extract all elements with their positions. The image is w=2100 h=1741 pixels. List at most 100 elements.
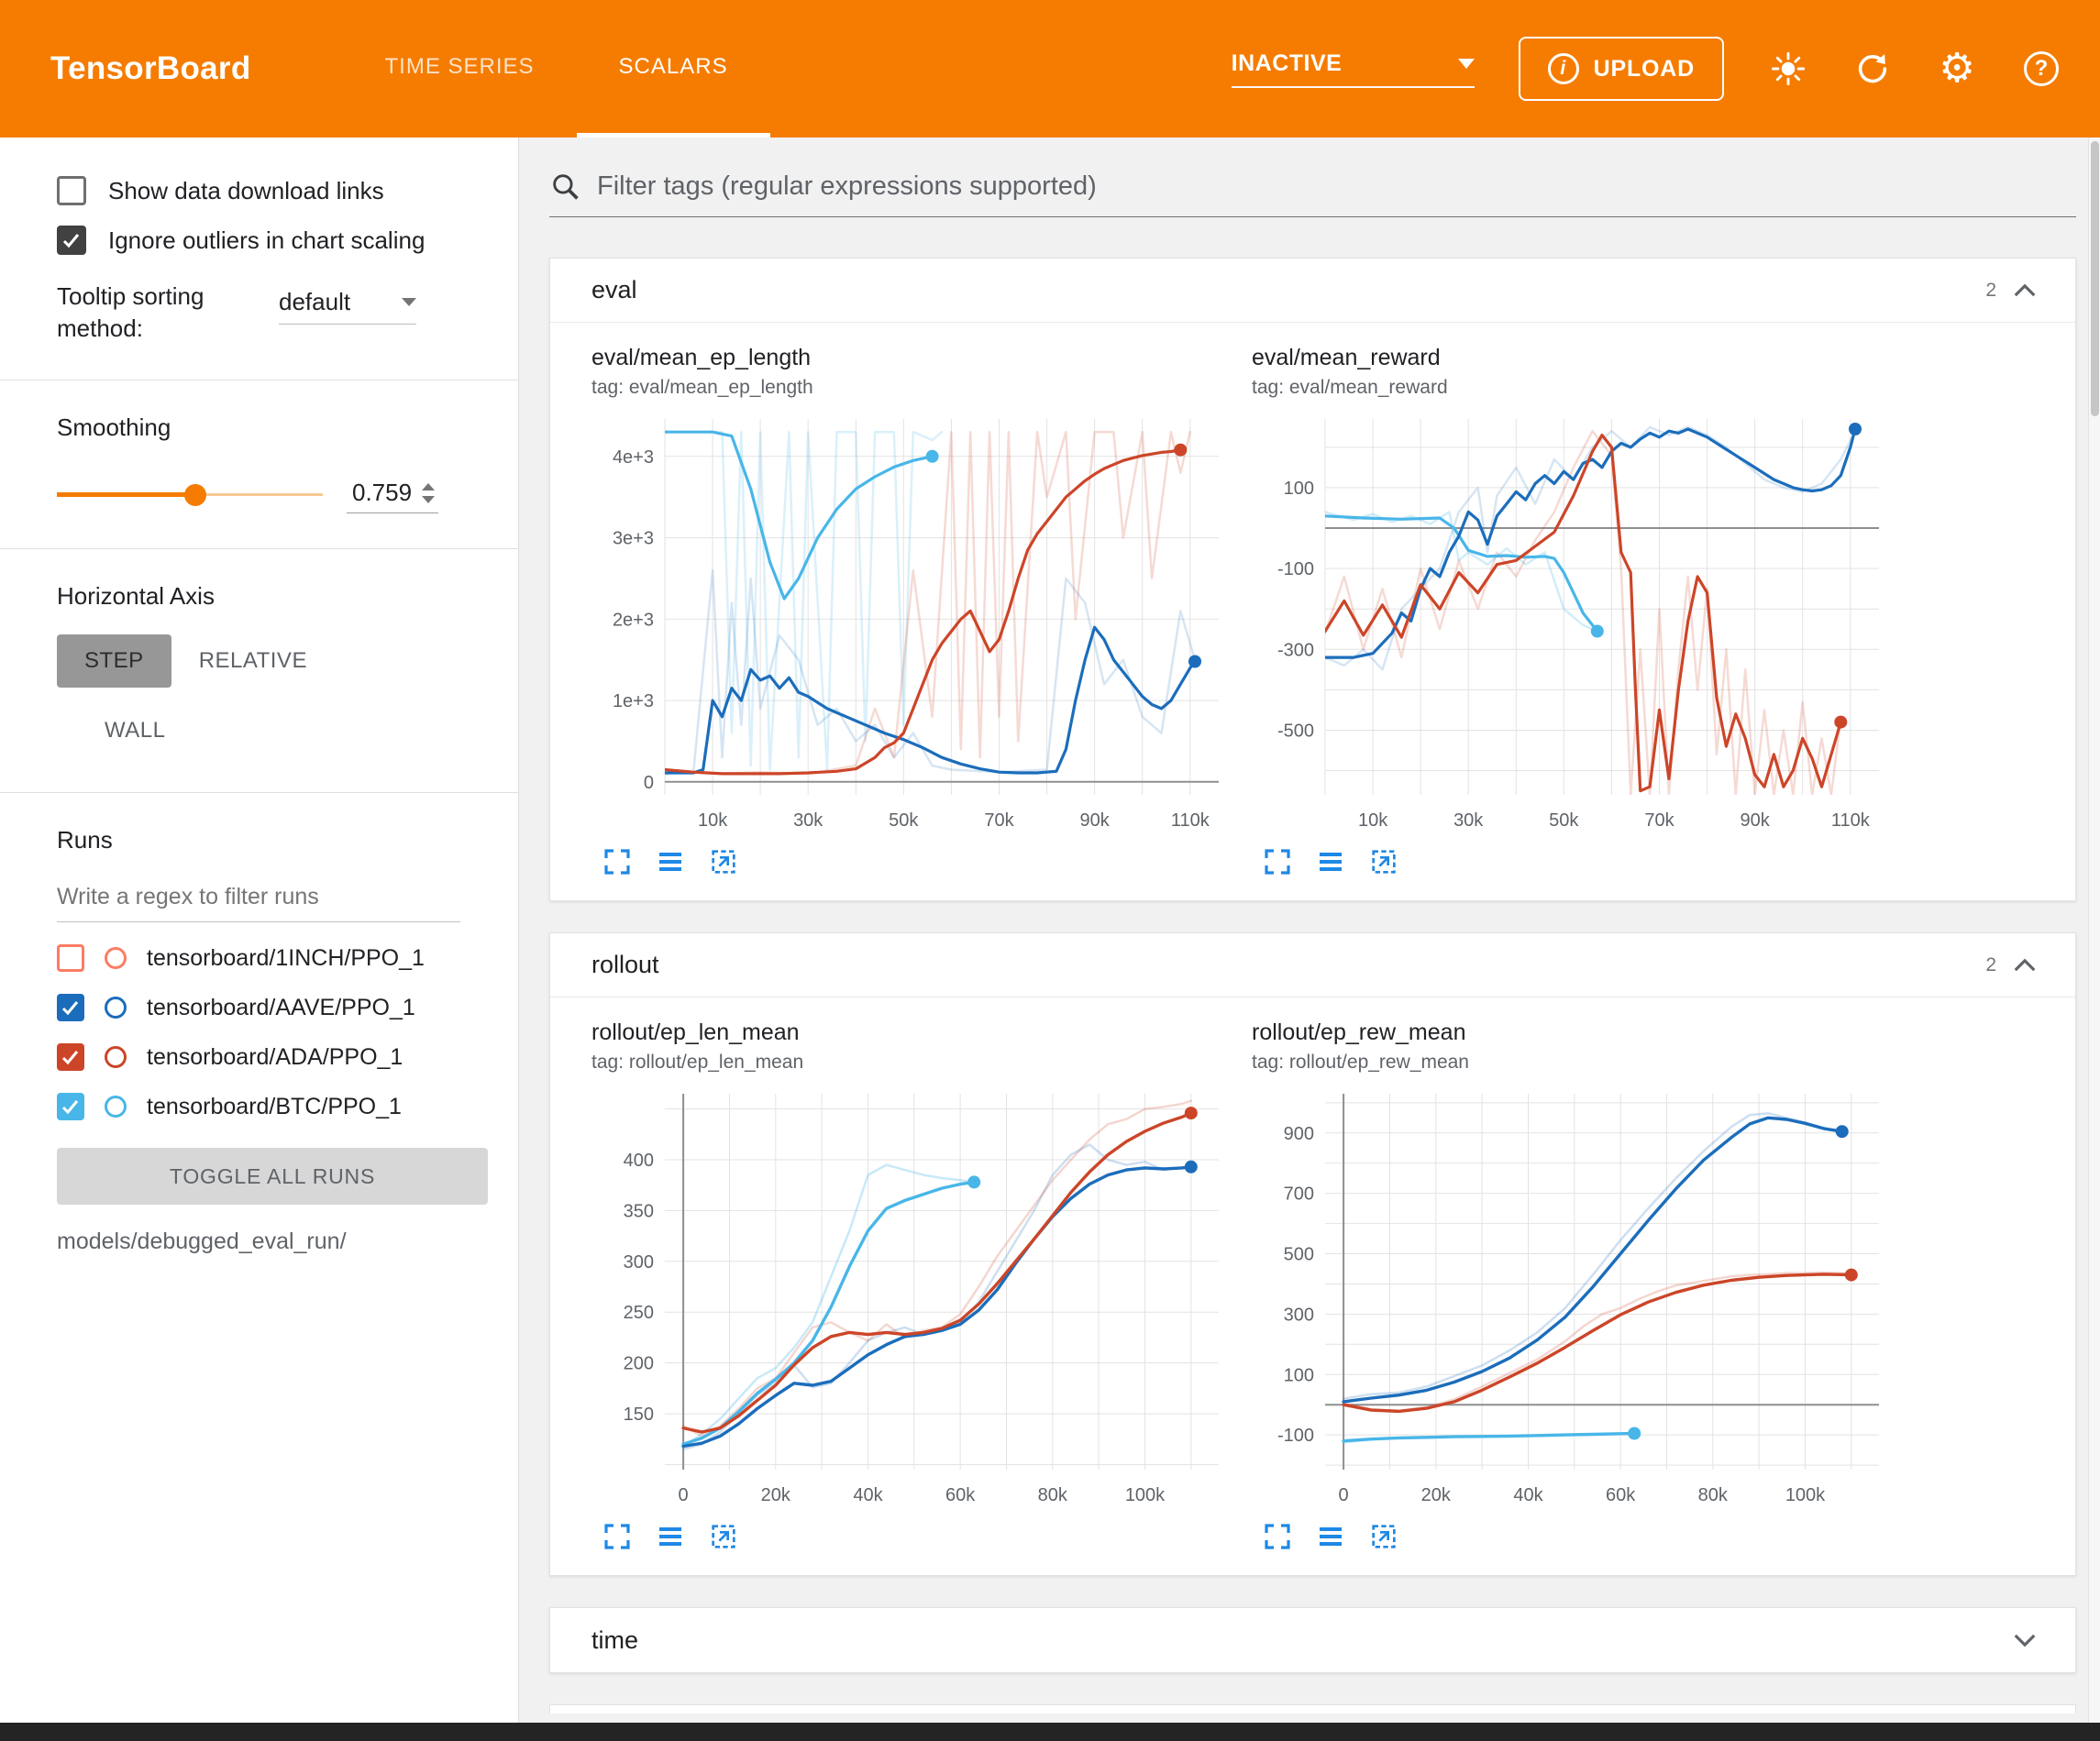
header-tabs: TIME SERIES SCALARS — [343, 0, 770, 138]
stepper-up-icon[interactable] — [422, 483, 435, 490]
section-rollout-charts: rollout/ep_len_mean tag: rollout/ep_len_… — [550, 997, 2075, 1575]
expand-chart-icon[interactable] — [602, 847, 632, 876]
expand-chart-icon[interactable] — [1263, 847, 1292, 876]
svg-text:90k: 90k — [1079, 810, 1110, 831]
svg-text:60k: 60k — [945, 1485, 976, 1505]
run-row[interactable]: tensorboard/AAVE/PPO_1 — [57, 994, 518, 1021]
chevron-up-icon[interactable] — [2013, 282, 2037, 299]
svg-text:70k: 70k — [1644, 810, 1674, 831]
chevron-down-icon[interactable] — [2013, 1632, 2037, 1648]
tooltip-sorting-dropdown[interactable]: default — [279, 288, 416, 325]
svg-text:350: 350 — [624, 1201, 654, 1221]
line-chart[interactable]: 150200250300350400020k40k60k80k100k — [591, 1081, 1233, 1512]
tooltip-sorting-value: default — [279, 288, 350, 316]
help-button[interactable]: ? — [2021, 49, 2061, 89]
upload-button-label: UPLOAD — [1594, 56, 1695, 83]
show-download-links-row[interactable]: Show data download links — [57, 176, 518, 205]
toggle-runs-icon[interactable] — [656, 1522, 685, 1551]
run-checkbox[interactable] — [57, 994, 84, 1021]
line-chart[interactable]: 01e+32e+33e+34e+310k30k50k70k90k110k — [591, 406, 1233, 837]
svg-text:300: 300 — [624, 1252, 654, 1273]
svg-text:100: 100 — [1284, 479, 1314, 499]
svg-text:20k: 20k — [1421, 1485, 1452, 1505]
svg-text:80k: 80k — [1698, 1485, 1729, 1505]
tab-time-series[interactable]: TIME SERIES — [343, 0, 577, 138]
run-label: tensorboard/1INCH/PPO_1 — [147, 945, 425, 972]
stepper-down-icon[interactable] — [422, 496, 435, 503]
ignore-outliers-row[interactable]: Ignore outliers in chart scaling — [57, 226, 518, 255]
axis-button-relative[interactable]: RELATIVE — [171, 634, 335, 688]
run-row[interactable]: tensorboard/1INCH/PPO_1 — [57, 944, 518, 972]
svg-text:4e+3: 4e+3 — [613, 447, 654, 468]
status-dropdown[interactable]: INACTIVE — [1232, 50, 1475, 88]
smoothing-slider[interactable] — [57, 479, 323, 511]
tab-scalars[interactable]: SCALARS — [577, 0, 770, 138]
fit-domain-icon[interactable] — [1369, 847, 1398, 876]
scrollbar-thumb[interactable] — [2091, 141, 2099, 416]
expand-chart-icon[interactable] — [602, 1522, 632, 1551]
toggle-all-runs-button[interactable]: TOGGLE ALL RUNS — [57, 1148, 488, 1205]
chart-title: rollout/ep_len_mean — [591, 1019, 1233, 1046]
show-download-links-checkbox[interactable] — [57, 176, 86, 205]
gear-icon: ⚙ — [1939, 49, 1974, 89]
smoothing-label: Smoothing — [57, 413, 518, 442]
chevron-up-icon[interactable] — [2013, 957, 2037, 974]
svg-text:-300: -300 — [1277, 640, 1314, 660]
run-row[interactable]: tensorboard/ADA/PPO_1 — [57, 1043, 518, 1071]
svg-text:250: 250 — [624, 1303, 654, 1323]
run-color-circle — [105, 1096, 127, 1118]
app-title: TensorBoard — [50, 50, 251, 87]
smoothing-stepper[interactable] — [422, 483, 435, 503]
run-checkbox[interactable] — [57, 944, 84, 972]
section-eval-header[interactable]: eval 2 — [550, 259, 2075, 323]
svg-text:0: 0 — [644, 773, 654, 793]
refresh-button[interactable] — [1852, 49, 1893, 89]
svg-text:100k: 100k — [1125, 1485, 1166, 1505]
check-icon — [60, 1096, 82, 1118]
fit-domain-icon[interactable] — [709, 1522, 738, 1551]
line-chart[interactable]: 100-100-300-50010k30k50k70k90k110k — [1252, 406, 1894, 837]
line-chart[interactable]: -100100300500700900020k40k60k80k100k — [1252, 1081, 1894, 1512]
svg-text:500: 500 — [1284, 1245, 1314, 1265]
chart-panel-mean-ep-length: eval/mean_ep_length tag: eval/mean_ep_le… — [591, 345, 1233, 876]
section-time-header[interactable]: time — [550, 1608, 2075, 1672]
axis-button-wall[interactable]: WALL — [77, 704, 193, 757]
chart-title: eval/mean_reward — [1252, 345, 1894, 371]
brightness-toggle[interactable] — [1768, 49, 1808, 89]
svg-text:-100: -100 — [1277, 1426, 1314, 1446]
expand-chart-icon[interactable] — [1263, 1522, 1292, 1551]
smoothing-controls: 0.759 — [57, 477, 518, 513]
upload-button[interactable]: i UPLOAD — [1519, 37, 1724, 101]
fit-domain-icon[interactable] — [1369, 1522, 1398, 1551]
svg-text:50k: 50k — [889, 810, 919, 831]
section-rollout-header[interactable]: rollout 2 — [550, 933, 2075, 997]
section-eval: eval 2 eval/mean_ep_length tag: eval/mea… — [549, 258, 2076, 901]
toggle-runs-icon[interactable] — [1316, 1522, 1345, 1551]
svg-text:2e+3: 2e+3 — [613, 610, 654, 630]
toggle-runs-icon[interactable] — [656, 847, 685, 876]
settings-button[interactable]: ⚙ — [1937, 49, 1977, 89]
svg-text:40k: 40k — [1513, 1485, 1543, 1505]
axis-button-step[interactable]: STEP — [57, 634, 171, 688]
scrollbar[interactable] — [2088, 138, 2100, 1723]
smoothing-value-box[interactable]: 0.759 — [347, 477, 438, 513]
tag-filter-input[interactable] — [597, 171, 2076, 202]
run-checkbox[interactable] — [57, 1093, 84, 1120]
tooltip-sorting-label: Tooltip sorting method: — [57, 281, 240, 345]
runs-filter-input[interactable] — [57, 876, 460, 922]
refresh-icon — [1854, 50, 1891, 87]
toggle-runs-icon[interactable] — [1316, 847, 1345, 876]
slider-knob[interactable] — [184, 484, 206, 506]
run-checkbox[interactable] — [57, 1043, 84, 1071]
search-icon — [549, 171, 580, 202]
svg-text:700: 700 — [1284, 1185, 1314, 1205]
next-section-edge — [549, 1704, 2076, 1713]
fit-domain-icon[interactable] — [709, 847, 738, 876]
svg-text:400: 400 — [624, 1151, 654, 1171]
ignore-outliers-checkbox[interactable] — [57, 226, 86, 255]
run-row[interactable]: tensorboard/BTC/PPO_1 — [57, 1093, 518, 1120]
chart-tag: tag: rollout/ep_rew_mean — [1252, 1052, 1894, 1074]
runs-base-path: models/debugged_eval_run/ — [57, 1229, 518, 1255]
section-title: eval — [591, 276, 637, 304]
horizontal-axis-label: Horizontal Axis — [57, 582, 518, 611]
